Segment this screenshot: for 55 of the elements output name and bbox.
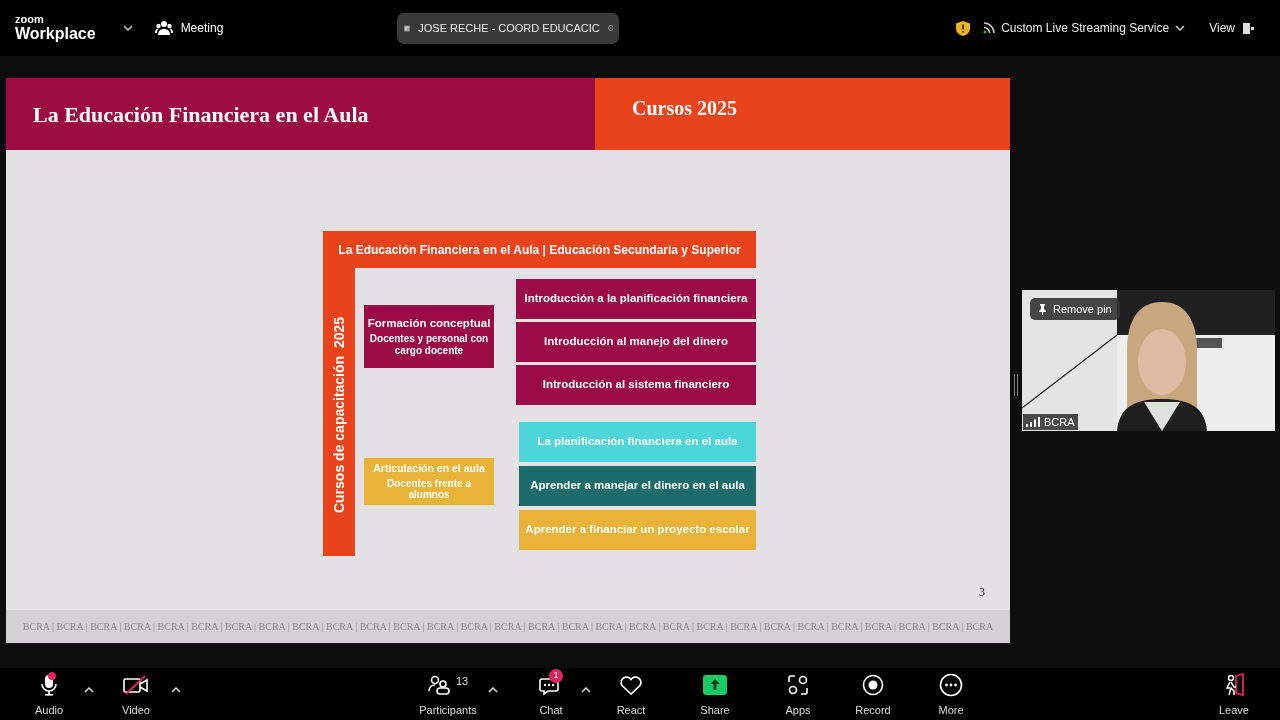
view-button[interactable]: View [1209,19,1254,37]
chat-button[interactable]: 1 Chat [526,672,576,716]
course-box: Aprender a manejar el dinero en el aula [519,466,756,506]
caret-icon [1175,25,1186,31]
footer-text: BCRA | BCRA | BCRA | BCRA | BCRA | BCRA | BCRA | BCRA | BCRA | BCRA | BCRA | BCRA | BCRA | BCRA | BCRA | BCRA | BCRA | BCRA | BCRA | BCRA | BCRA | BCRA | BCRA | BCRA | BCRA | BCRA | BCRA | BCRA | BCRA [22,620,994,634]
course-box: Introducción a la planificación financiera [516,279,756,319]
participant-count: 13 [455,674,469,689]
group-label: Articulación en el aula [373,462,485,475]
caret-icon [122,25,133,31]
participant-name: BCRA [1044,414,1075,430]
audio-button[interactable]: Audio [19,672,79,716]
heart-icon [619,674,643,696]
participants-button[interactable]: 13 Participants [413,672,483,716]
leave-button[interactable]: Leave [1209,672,1259,716]
slide-tag: Cursos 2025 [632,97,737,119]
people-icon [154,20,173,36]
broadcast-icon [983,22,996,34]
caret-icon [581,687,591,693]
logo-text: zoom [15,14,45,25]
notification-badge: 1 [549,669,563,683]
leave-icon [1223,673,1245,697]
logo-text: Workplace [15,26,96,42]
group-sublabel: Docentes y personal con cargo docente [368,333,490,357]
streaming-button[interactable]: Custom Live Streaming Service [983,19,1186,37]
shield-icon[interactable] [956,20,971,36]
caret-icon [488,687,498,693]
more-button[interactable]: More [926,672,976,716]
page-number: 3 [979,584,985,601]
share-icon [703,674,727,696]
share-button[interactable]: Share [690,672,740,716]
group-sublabel: Docentes frente a alumnos [386,477,472,501]
record-icon [862,674,884,696]
caret-icon [171,687,181,693]
group-label: Formación conceptual [367,316,491,331]
banner-text: La Educación Financiera en el Aula | Educación Secundaria y Superior [338,241,741,259]
signal-icon [1026,417,1040,427]
side-label: Cursos de capacitación 2025 [329,316,348,514]
share-title: JOSE RECHE - COORD EDUCACIC [418,20,600,36]
record-button[interactable]: Record [843,672,903,716]
course-box: La planificación financiera en el aula [519,422,756,462]
layout-icon [1243,22,1254,34]
apps-icon [787,674,809,696]
share-title-pill[interactable]: JOSE RECHE - COORD EDUCACIC [397,12,620,44]
meeting-button[interactable]: Meeting [154,19,224,37]
react-button[interactable]: React [606,672,656,716]
video-button[interactable]: Video [106,672,166,716]
course-box: Aprender a financiar un proyecto escolar [519,510,756,550]
remove-pin-button[interactable]: Remove pin [1030,298,1120,320]
caret-icon [84,687,94,693]
slide-title: La Educación Financiera en el Aula [33,100,369,129]
apps-button[interactable]: Apps [773,672,823,716]
people-icon [427,675,450,695]
course-box: Introducción al manejo del dinero [516,322,756,362]
course-box: Introducción al sistema financiero [516,365,756,405]
pin-icon [1038,303,1047,315]
